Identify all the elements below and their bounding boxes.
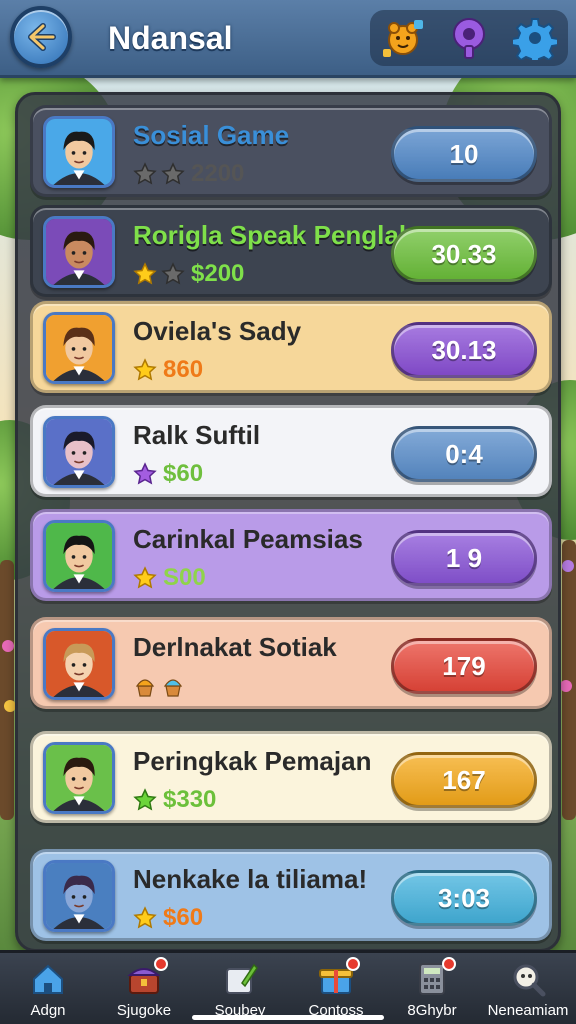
notification-badge xyxy=(154,957,168,971)
star-icon xyxy=(133,566,157,590)
flower xyxy=(2,640,14,652)
magnifier-icon xyxy=(508,959,548,999)
player-avatar xyxy=(43,860,115,932)
bottom-navigation: Adgn Sjugoke Soubey Contoss 8Ghybr Neneamiam xyxy=(0,950,576,1024)
player-avatar xyxy=(43,116,115,188)
player-score: $330 xyxy=(163,786,217,813)
star-icon xyxy=(133,162,157,186)
nav-item[interactable]: Adgn xyxy=(0,953,96,1024)
player-avatar xyxy=(43,216,115,288)
house-icon xyxy=(28,959,68,999)
star-icon xyxy=(161,162,185,186)
player-name: Rorigla Speak Penglal xyxy=(133,220,407,250)
star-icon xyxy=(133,906,157,930)
star-icon xyxy=(133,462,157,486)
tree-trunk xyxy=(0,560,14,820)
leaderboard-row[interactable]: Peringkak Pemajan $330 167 xyxy=(30,731,552,823)
player-score: 860 xyxy=(163,356,204,383)
player-name: Ralk Suftil xyxy=(133,420,261,450)
player-name: Oviela's Sady xyxy=(133,316,302,346)
player-rating: S00 xyxy=(133,564,206,592)
leaderboard-row[interactable]: Nenkake la tiliama! $60 3:03 xyxy=(30,849,552,941)
player-rating: $330 xyxy=(133,786,216,814)
nav-label: Sjugoke xyxy=(116,1002,172,1019)
settings-button[interactable] xyxy=(511,14,559,62)
value-button[interactable]: 10 xyxy=(391,126,537,182)
player-avatar xyxy=(43,520,115,592)
notification-badge xyxy=(346,957,360,971)
player-score: 2200 xyxy=(191,160,245,187)
leaderboard-row[interactable]: Carinkal Peamsias S00 1 9 xyxy=(30,509,552,601)
back-button[interactable] xyxy=(10,6,72,68)
leaderboard-panel: Sosial Game 2200 10 Rorigla Speak Penglal $2… xyxy=(15,92,561,952)
star-icon xyxy=(133,262,157,286)
leaderboard-row[interactable]: Oviela's Sady 860 30.13 xyxy=(30,301,552,393)
value-button[interactable]: 30.13 xyxy=(391,322,537,378)
leaderboard-row[interactable]: Rorigla Speak Penglal $200 30.33 xyxy=(30,205,552,297)
value-button[interactable]: 167 xyxy=(391,752,537,808)
player-name: Derlnakat Sotiak xyxy=(133,632,337,662)
back-arrow-icon xyxy=(28,23,56,51)
player-avatar xyxy=(43,312,115,384)
player-score: $60 xyxy=(163,460,204,487)
leaderboard-row[interactable]: Ralk Suftil $60 0:4 xyxy=(30,405,552,497)
purple-key-icon xyxy=(453,18,485,59)
player-avatar xyxy=(43,742,115,814)
flower xyxy=(560,680,572,692)
nav-item[interactable]: 8Ghybr xyxy=(384,953,480,1024)
cupcake-icon xyxy=(161,674,185,698)
value-button[interactable]: 30.33 xyxy=(391,226,537,282)
player-rating: 860 xyxy=(133,356,203,384)
value-button[interactable]: 0:4 xyxy=(391,426,537,482)
nav-label: 8Ghybr xyxy=(407,1002,457,1019)
pet-button[interactable] xyxy=(379,14,427,62)
player-rating xyxy=(133,672,185,700)
nav-item[interactable]: Neneamiam xyxy=(480,953,576,1024)
page-title: Ndansal xyxy=(108,20,233,56)
value-button[interactable]: 1 9 xyxy=(391,530,537,586)
star-icon xyxy=(133,358,157,382)
player-rating: $60 xyxy=(133,460,203,488)
nav-item[interactable]: Soubey xyxy=(192,953,288,1024)
star-icon xyxy=(161,262,185,286)
header-icon-tray xyxy=(370,10,568,66)
player-name: Sosial Game xyxy=(133,120,290,150)
player-name: Carinkal Peamsias xyxy=(133,524,363,554)
key-button[interactable] xyxy=(445,14,493,62)
flower xyxy=(562,560,574,572)
player-avatar xyxy=(43,628,115,700)
puzzle-pet-icon xyxy=(383,20,423,57)
player-name: Nenkake la tiliama! xyxy=(133,864,368,894)
leaderboard-row[interactable]: Sosial Game 2200 10 xyxy=(30,105,552,197)
player-rating: $60 xyxy=(133,904,203,932)
leaderboard-row[interactable]: Derlnakat Sotiak 179 xyxy=(30,617,552,709)
cupcake-icon xyxy=(133,674,157,698)
top-bar: Ndansal xyxy=(0,0,576,78)
player-rating: $200 xyxy=(133,260,244,288)
nav-item[interactable]: Sjugoke xyxy=(96,953,192,1024)
notepad-pencil-icon xyxy=(220,959,260,999)
nav-label: Neneamiam xyxy=(487,1002,569,1019)
nav-label: Adgn xyxy=(30,1002,66,1019)
player-score: $60 xyxy=(163,904,204,931)
nav-item[interactable]: Contoss xyxy=(288,953,384,1024)
notification-badge xyxy=(442,957,456,971)
player-name: Peringkak Pemajan xyxy=(133,746,372,776)
value-button[interactable]: 3:03 xyxy=(391,870,537,926)
player-rating: 2200 xyxy=(133,160,244,188)
player-score: S00 xyxy=(163,564,206,591)
star-icon xyxy=(133,788,157,812)
player-score: $200 xyxy=(191,260,245,287)
gear-icon xyxy=(513,18,557,60)
player-avatar xyxy=(43,416,115,488)
value-button[interactable]: 179 xyxy=(391,638,537,694)
home-indicator[interactable] xyxy=(192,1015,384,1020)
